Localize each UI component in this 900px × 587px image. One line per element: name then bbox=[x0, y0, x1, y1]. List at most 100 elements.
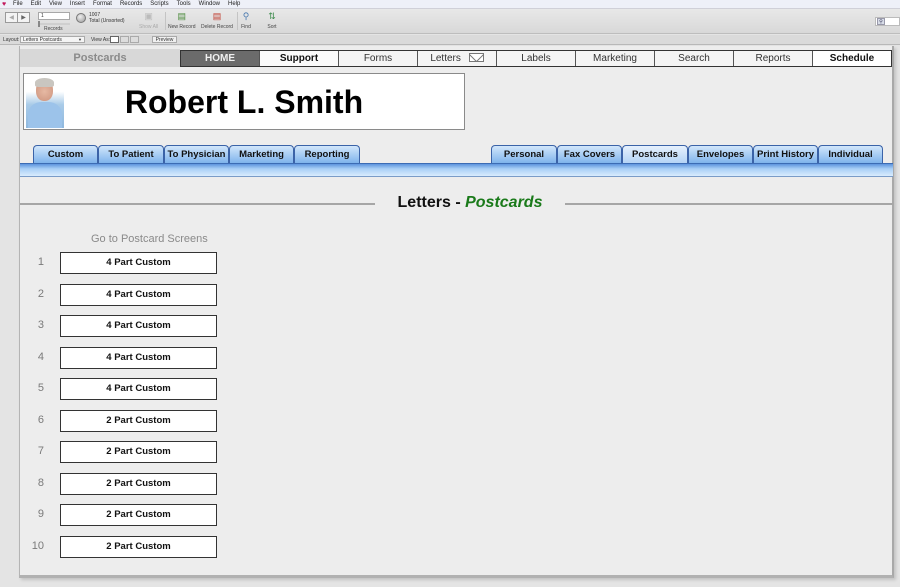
menu-window[interactable]: Window bbox=[199, 0, 220, 9]
show-all-icon: ▣ bbox=[144, 11, 153, 21]
heading-divider-left bbox=[20, 203, 375, 205]
previous-record-icon[interactable]: ◀ bbox=[6, 13, 18, 22]
layout-content: Postcards HOME Support Forms Letters Lab… bbox=[19, 46, 894, 578]
find-label: Find bbox=[241, 24, 251, 30]
postcard-number: 10 bbox=[31, 540, 44, 552]
postcard-button[interactable]: 4 Part Custom bbox=[60, 252, 217, 274]
subtab-fax-covers[interactable]: Fax Covers bbox=[557, 145, 622, 163]
delete-record-icon: ▤ bbox=[212, 11, 222, 21]
main-nav-tabs: HOME Support Forms Letters Labels Market… bbox=[180, 50, 892, 67]
layout-label: Layout: bbox=[3, 37, 20, 43]
nav-tab-marketing[interactable]: Marketing bbox=[576, 51, 655, 66]
view-as-toggle bbox=[110, 36, 140, 43]
subtab-custom[interactable]: Custom bbox=[33, 145, 98, 163]
subtab-personal[interactable]: Personal bbox=[491, 145, 557, 163]
postcard-button[interactable]: 2 Part Custom bbox=[60, 536, 217, 558]
nav-tab-schedule[interactable]: Schedule bbox=[813, 51, 891, 66]
photo-body bbox=[28, 102, 62, 128]
sort-button[interactable]: ⇅ Sort bbox=[267, 11, 277, 30]
menu-insert[interactable]: Insert bbox=[70, 0, 85, 9]
menu-view[interactable]: View bbox=[49, 0, 62, 9]
chevron-down-icon: ▼ bbox=[78, 37, 82, 42]
view-as-table-button[interactable] bbox=[130, 36, 139, 43]
postcard-button[interactable]: 4 Part Custom bbox=[60, 315, 217, 337]
subtab-envelopes[interactable]: Envelopes bbox=[688, 145, 753, 163]
postcard-row: 10 2 Part Custom bbox=[20, 536, 240, 558]
record-slider-thumb[interactable] bbox=[38, 21, 40, 27]
find-button[interactable]: ⚲ Find bbox=[241, 11, 251, 30]
delete-record-label: Delete Record bbox=[201, 24, 233, 30]
nav-tab-forms[interactable]: Forms bbox=[339, 51, 418, 66]
menu-records[interactable]: Records bbox=[120, 0, 142, 9]
postcard-number: 9 bbox=[37, 508, 44, 520]
subtab-marketing[interactable]: Marketing bbox=[229, 145, 294, 163]
layout-select[interactable]: Letters Postcards ▼ bbox=[20, 36, 85, 43]
layout-bar: Layout: Letters Postcards ▼ View As: Pre… bbox=[0, 35, 900, 45]
records-label: Records bbox=[44, 26, 63, 32]
postcard-button[interactable]: 2 Part Custom bbox=[60, 473, 217, 495]
postcard-row: 7 2 Part Custom bbox=[20, 441, 240, 463]
nav-tab-search[interactable]: Search bbox=[655, 51, 734, 66]
subtab-postcards[interactable]: Postcards bbox=[622, 145, 688, 163]
menu-edit[interactable]: Edit bbox=[31, 0, 41, 9]
menu-scripts[interactable]: Scripts bbox=[150, 0, 168, 9]
postcard-button[interactable]: 4 Part Custom bbox=[60, 347, 217, 369]
postcard-number: 4 bbox=[37, 351, 44, 363]
menu-help[interactable]: Help bbox=[228, 0, 240, 9]
nav-tab-home[interactable]: HOME bbox=[181, 51, 260, 66]
postcard-number: 7 bbox=[37, 445, 44, 457]
nav-tab-letters-label: Letters bbox=[430, 53, 461, 64]
postcard-row: 4 4 Part Custom bbox=[20, 347, 240, 369]
postcard-number: 5 bbox=[37, 382, 44, 394]
postcard-row: 5 4 Part Custom bbox=[20, 378, 240, 400]
postcard-button[interactable]: 2 Part Custom bbox=[60, 504, 217, 526]
preview-button[interactable]: Preview bbox=[152, 36, 177, 43]
postcard-button[interactable]: 4 Part Custom bbox=[60, 284, 217, 306]
letter-subtabs: Custom To Patient To Physician Marketing… bbox=[20, 145, 893, 163]
patient-header: Robert L. Smith bbox=[23, 73, 465, 130]
menu-file[interactable]: File bbox=[13, 0, 23, 9]
heading-main: Letters - bbox=[397, 194, 466, 211]
left-gutter bbox=[0, 46, 18, 587]
nav-tab-reports[interactable]: Reports bbox=[734, 51, 813, 66]
quick-find-input[interactable]: ⚲ bbox=[875, 17, 900, 26]
show-all-button[interactable]: ▣ Show All bbox=[139, 11, 158, 30]
menu-bar: ♥ File Edit View Insert Format Records S… bbox=[0, 0, 900, 9]
envelope-icon bbox=[468, 53, 484, 62]
menu-tools[interactable]: Tools bbox=[177, 0, 191, 9]
heading-sub: Postcards bbox=[465, 194, 543, 211]
postcard-number: 2 bbox=[37, 288, 44, 300]
search-icon[interactable]: ⚲ bbox=[877, 18, 885, 25]
sort-status: Total (Unsorted) bbox=[89, 18, 125, 24]
menu-format[interactable]: Format bbox=[93, 0, 112, 9]
postcard-number: 1 bbox=[37, 256, 44, 268]
view-as-list-button[interactable] bbox=[120, 36, 129, 43]
record-navigation: ◀ ▶ bbox=[5, 12, 30, 23]
postcard-button[interactable]: 2 Part Custom bbox=[60, 441, 217, 463]
subtab-print-history[interactable]: Print History bbox=[753, 145, 818, 163]
view-as-form-button[interactable] bbox=[110, 36, 119, 43]
subtab-individual[interactable]: Individual bbox=[818, 145, 883, 163]
nav-tab-letters[interactable]: Letters bbox=[418, 51, 497, 66]
new-record-button[interactable]: ▤ New Record bbox=[168, 11, 196, 30]
photo-hair bbox=[35, 78, 54, 87]
postcard-row: 3 4 Part Custom bbox=[20, 315, 240, 337]
next-record-icon[interactable]: ▶ bbox=[18, 13, 29, 22]
postcard-row: 6 2 Part Custom bbox=[20, 410, 240, 432]
subtab-to-physician[interactable]: To Physician bbox=[164, 145, 229, 163]
patient-photo bbox=[26, 76, 64, 128]
record-number-input[interactable]: 1 bbox=[38, 12, 70, 20]
subtab-reporting[interactable]: Reporting bbox=[294, 145, 360, 163]
postcard-row: 8 2 Part Custom bbox=[20, 473, 240, 495]
record-slider[interactable] bbox=[38, 21, 70, 27]
postcard-number: 6 bbox=[37, 414, 44, 426]
subtab-to-patient[interactable]: To Patient bbox=[98, 145, 164, 163]
postcard-button[interactable]: 2 Part Custom bbox=[60, 410, 217, 432]
postcard-button[interactable]: 4 Part Custom bbox=[60, 378, 217, 400]
nav-tab-support[interactable]: Support bbox=[260, 51, 339, 66]
delete-record-button[interactable]: ▤ Delete Record bbox=[201, 11, 233, 30]
toolbar-divider bbox=[237, 12, 238, 30]
nav-tab-labels[interactable]: Labels bbox=[497, 51, 576, 66]
sort-label: Sort bbox=[267, 24, 277, 30]
find-magnifier-icon: ⚲ bbox=[242, 11, 250, 21]
